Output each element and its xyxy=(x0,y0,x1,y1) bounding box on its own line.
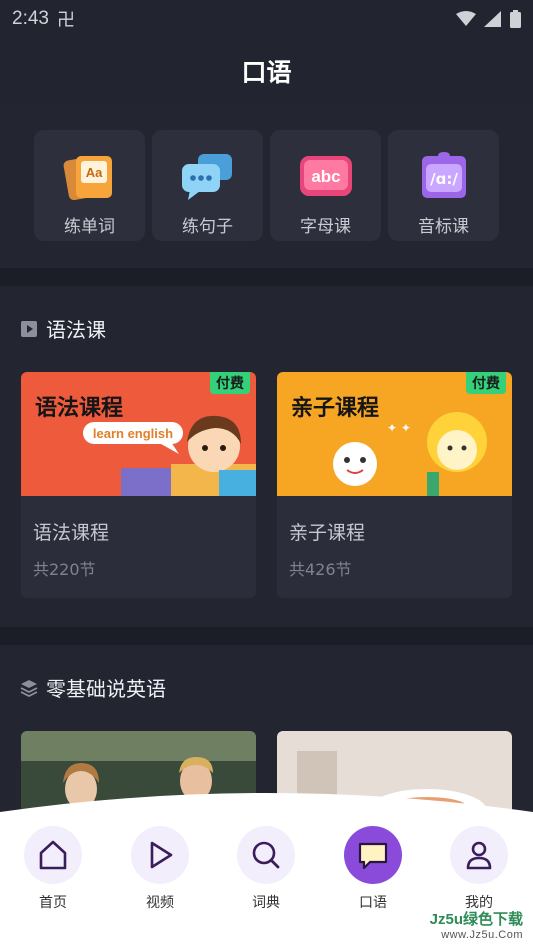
section-title: 语法课 xyxy=(46,318,106,342)
status-icons xyxy=(456,10,521,28)
svg-text:Aa: Aa xyxy=(85,165,102,180)
course-banner: learn english 语法课程 付费 xyxy=(21,372,256,496)
tile-sentences[interactable]: 练句子 xyxy=(152,130,263,241)
watermark-main: Jz5u绿色下载 xyxy=(429,911,523,928)
nav-me[interactable]: 我的 xyxy=(441,826,517,912)
tile-label: 练句子 xyxy=(182,217,233,237)
cards-aa-icon: Aa xyxy=(63,155,112,201)
paid-badge: 付费 xyxy=(210,372,250,394)
svg-text:✦ ✦: ✦ ✦ xyxy=(387,421,411,435)
signal-icon xyxy=(484,11,501,27)
page-header: 口语 xyxy=(0,38,533,104)
nav-label: 视频 xyxy=(146,895,174,911)
banner-title: 亲子课程 xyxy=(291,396,380,421)
watermark-sub: www.Jz5u.Com xyxy=(441,929,523,941)
tile-label: 字母课 xyxy=(300,217,351,237)
grammar-section: 语法课 learn english 语法课程 付费 语法课程 共220节 ✦ ✦… xyxy=(0,286,533,627)
wifi-icon xyxy=(456,11,476,26)
quick-tiles: Aa 练单词 练句子 abc 字母课 /ɑ:/ 音标课 xyxy=(0,104,533,268)
nav-video[interactable]: 视频 xyxy=(122,826,198,912)
nav-speaking[interactable]: 口语 xyxy=(335,826,411,912)
course-title: 语法课程 xyxy=(33,522,110,544)
status-bar: 2:43 卍 xyxy=(0,0,533,38)
lesson-count: 共220节 xyxy=(33,560,96,579)
speech-bubble-icon xyxy=(358,842,388,870)
layers-icon xyxy=(20,679,38,697)
phonetic-icon: /ɑ:/ xyxy=(421,152,466,198)
play-box-icon xyxy=(21,320,37,337)
section-header: 语法课 xyxy=(20,314,106,343)
status-notification-icon: 卍 xyxy=(56,10,75,31)
nav-label: 词典 xyxy=(252,895,280,911)
chat-bubbles-icon xyxy=(181,154,232,200)
nav-dictionary[interactable]: 词典 xyxy=(228,826,304,912)
tile-label: 练单词 xyxy=(64,217,115,237)
user-icon xyxy=(466,841,492,870)
bottom-nav: 首页 视频 词典 口语 我的 Jz5u绿色下载 www.Jz5u.Com xyxy=(0,790,533,947)
tile-alphabet[interactable]: abc 字母课 xyxy=(270,130,381,241)
course-card-parent-child[interactable]: ✦ ✦ 亲子课程 付费 亲子课程 共426节 xyxy=(277,372,512,598)
course-card-grammar[interactable]: learn english 语法课程 付费 语法课程 共220节 xyxy=(21,372,256,598)
home-icon xyxy=(39,840,67,870)
status-time: 2:43 xyxy=(12,8,49,29)
paid-badge: 付费 xyxy=(466,372,506,394)
bubble-text: learn english xyxy=(93,426,173,441)
abc-icon: abc xyxy=(299,156,352,196)
search-icon xyxy=(252,841,280,869)
nav-label: 首页 xyxy=(39,895,67,911)
play-icon xyxy=(150,841,173,869)
section-header: 零基础说英语 xyxy=(20,673,166,702)
course-title: 亲子课程 xyxy=(289,522,366,544)
tile-label: 音标课 xyxy=(418,217,469,237)
nav-label: 口语 xyxy=(359,895,387,911)
section-title: 零基础说英语 xyxy=(46,677,166,701)
svg-text:/ɑ:/: /ɑ:/ xyxy=(430,170,458,188)
course-banner: ✦ ✦ 亲子课程 付费 xyxy=(277,372,512,496)
lesson-count: 共426节 xyxy=(289,560,352,579)
nav-home[interactable]: 首页 xyxy=(15,826,91,912)
svg-text:abc: abc xyxy=(311,167,340,186)
banner-title: 语法课程 xyxy=(35,396,124,421)
tile-phonetics[interactable]: /ɑ:/ 音标课 xyxy=(388,130,499,241)
battery-icon xyxy=(510,10,521,28)
tile-words[interactable]: Aa 练单词 xyxy=(34,130,145,241)
watermark: Jz5u绿色下载 www.Jz5u.Com xyxy=(430,908,523,941)
page-title: 口语 xyxy=(241,58,292,87)
